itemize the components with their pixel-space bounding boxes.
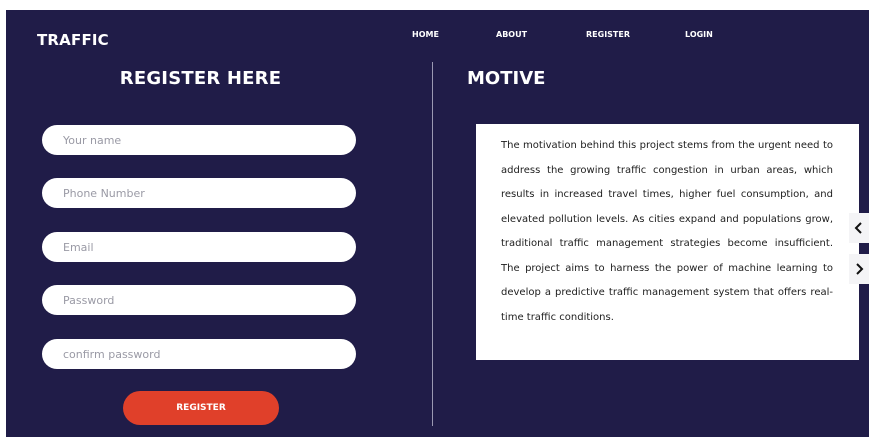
motive-text: The motivation behind this project stems… <box>501 140 833 323</box>
name-field[interactable] <box>42 125 356 155</box>
chevron-right-icon <box>856 263 864 275</box>
email-field[interactable] <box>42 232 356 262</box>
phone-field[interactable] <box>42 178 356 208</box>
chevron-left-icon <box>854 222 862 234</box>
motive-card: The motivation behind this project stems… <box>476 124 859 360</box>
confirm-password-field[interactable] <box>42 339 356 369</box>
brand-logo[interactable]: TRAFFIC <box>37 31 109 49</box>
nav-register-link[interactable]: REGISTER <box>586 30 630 39</box>
carousel-next-button[interactable] <box>849 254 869 284</box>
carousel-prev-button[interactable] <box>849 213 869 243</box>
register-button[interactable]: REGISTER <box>123 391 279 425</box>
section-divider <box>432 62 433 426</box>
nav-login-link[interactable]: LOGIN <box>685 30 713 39</box>
nav-home-link[interactable]: HOME <box>412 30 439 39</box>
nav-about-link[interactable]: ABOUT <box>496 30 527 39</box>
motive-title: MOTIVE <box>467 68 546 89</box>
register-title: REGISTER HERE <box>119 68 282 89</box>
page-frame: TRAFFIC HOME ABOUT REGISTER LOGIN REGIST… <box>6 10 869 437</box>
password-field[interactable] <box>42 285 356 315</box>
